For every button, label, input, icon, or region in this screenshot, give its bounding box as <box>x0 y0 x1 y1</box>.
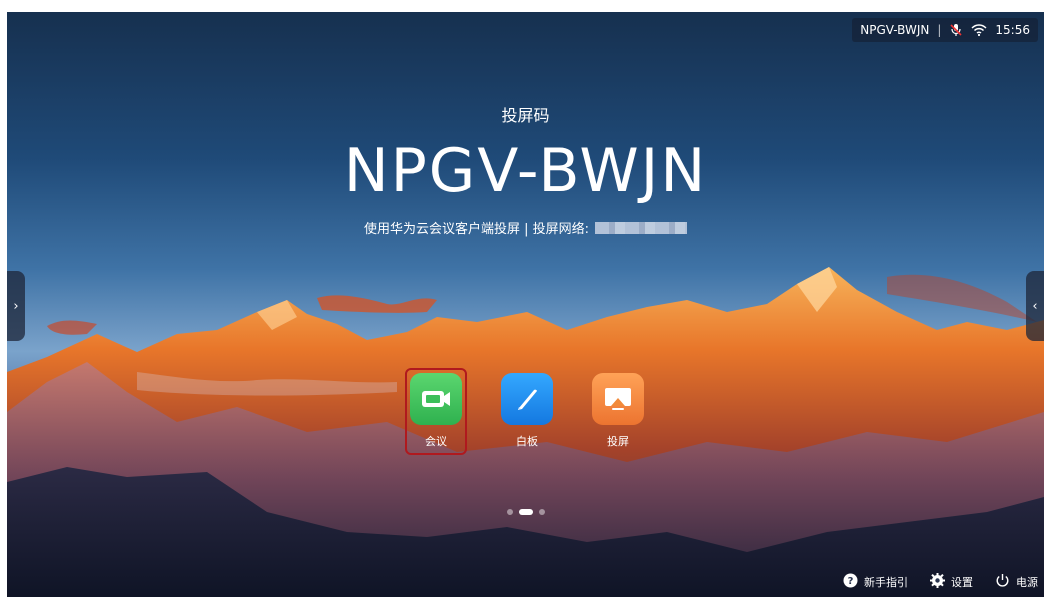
clock: 15:56 <box>995 23 1030 37</box>
right-drawer-handle[interactable]: ‹ <box>1026 271 1044 341</box>
app-meeting[interactable]: 会议 <box>405 368 467 455</box>
status-bar: NPGV-BWJN | 15:56 <box>852 18 1038 42</box>
pen-icon <box>501 373 553 425</box>
home-screen: NPGV-BWJN | 15:56 投屏码 NPGV-BWJN 使用华为云会议客… <box>7 12 1044 597</box>
app-whiteboard[interactable]: 白板 <box>498 370 556 453</box>
chevron-right-icon: › <box>13 298 19 314</box>
status-code: NPGV-BWJN <box>860 23 930 37</box>
guide-label: 新手指引 <box>864 576 908 589</box>
app-launcher: 会议 白板 投屏 <box>405 368 647 455</box>
page-dot-active[interactable] <box>518 509 533 515</box>
bottom-bar: ? 新手指引 设置 电源 <box>843 573 1044 591</box>
video-camera-icon <box>410 373 462 425</box>
projection-hint-text: 使用华为云会议客户端投屏 | 投屏网络: <box>363 222 590 237</box>
mic-muted-icon <box>949 23 963 37</box>
app-meeting-label: 会议 <box>425 435 447 448</box>
app-whiteboard-label: 白板 <box>516 435 538 448</box>
help-icon: ? <box>843 573 858 591</box>
projection-code: NPGV-BWJN <box>343 136 708 206</box>
page-dot[interactable] <box>506 509 513 515</box>
gear-icon <box>930 573 945 591</box>
app-projection[interactable]: 投屏 <box>589 370 647 453</box>
chevron-left-icon: ‹ <box>1032 298 1038 314</box>
power-button[interactable]: 电源 <box>995 573 1038 591</box>
page-indicator <box>7 509 1044 515</box>
app-projection-label: 投屏 <box>607 435 629 448</box>
guide-button[interactable]: ? 新手指引 <box>843 573 908 591</box>
left-drawer-handle[interactable]: › <box>7 271 25 341</box>
masked-network-name <box>595 221 688 234</box>
power-icon <box>995 573 1010 591</box>
projection-code-label: 投屏码 <box>501 106 550 125</box>
page-dot[interactable] <box>538 509 545 515</box>
svg-text:?: ? <box>848 576 854 587</box>
wifi-icon <box>971 23 987 37</box>
status-separator: | <box>937 23 942 37</box>
screen-cast-icon <box>592 373 644 425</box>
settings-button[interactable]: 设置 <box>930 573 973 591</box>
power-label: 电源 <box>1016 576 1038 589</box>
settings-label: 设置 <box>951 576 973 589</box>
projection-hint: 使用华为云会议客户端投屏 | 投屏网络: <box>7 218 1044 237</box>
